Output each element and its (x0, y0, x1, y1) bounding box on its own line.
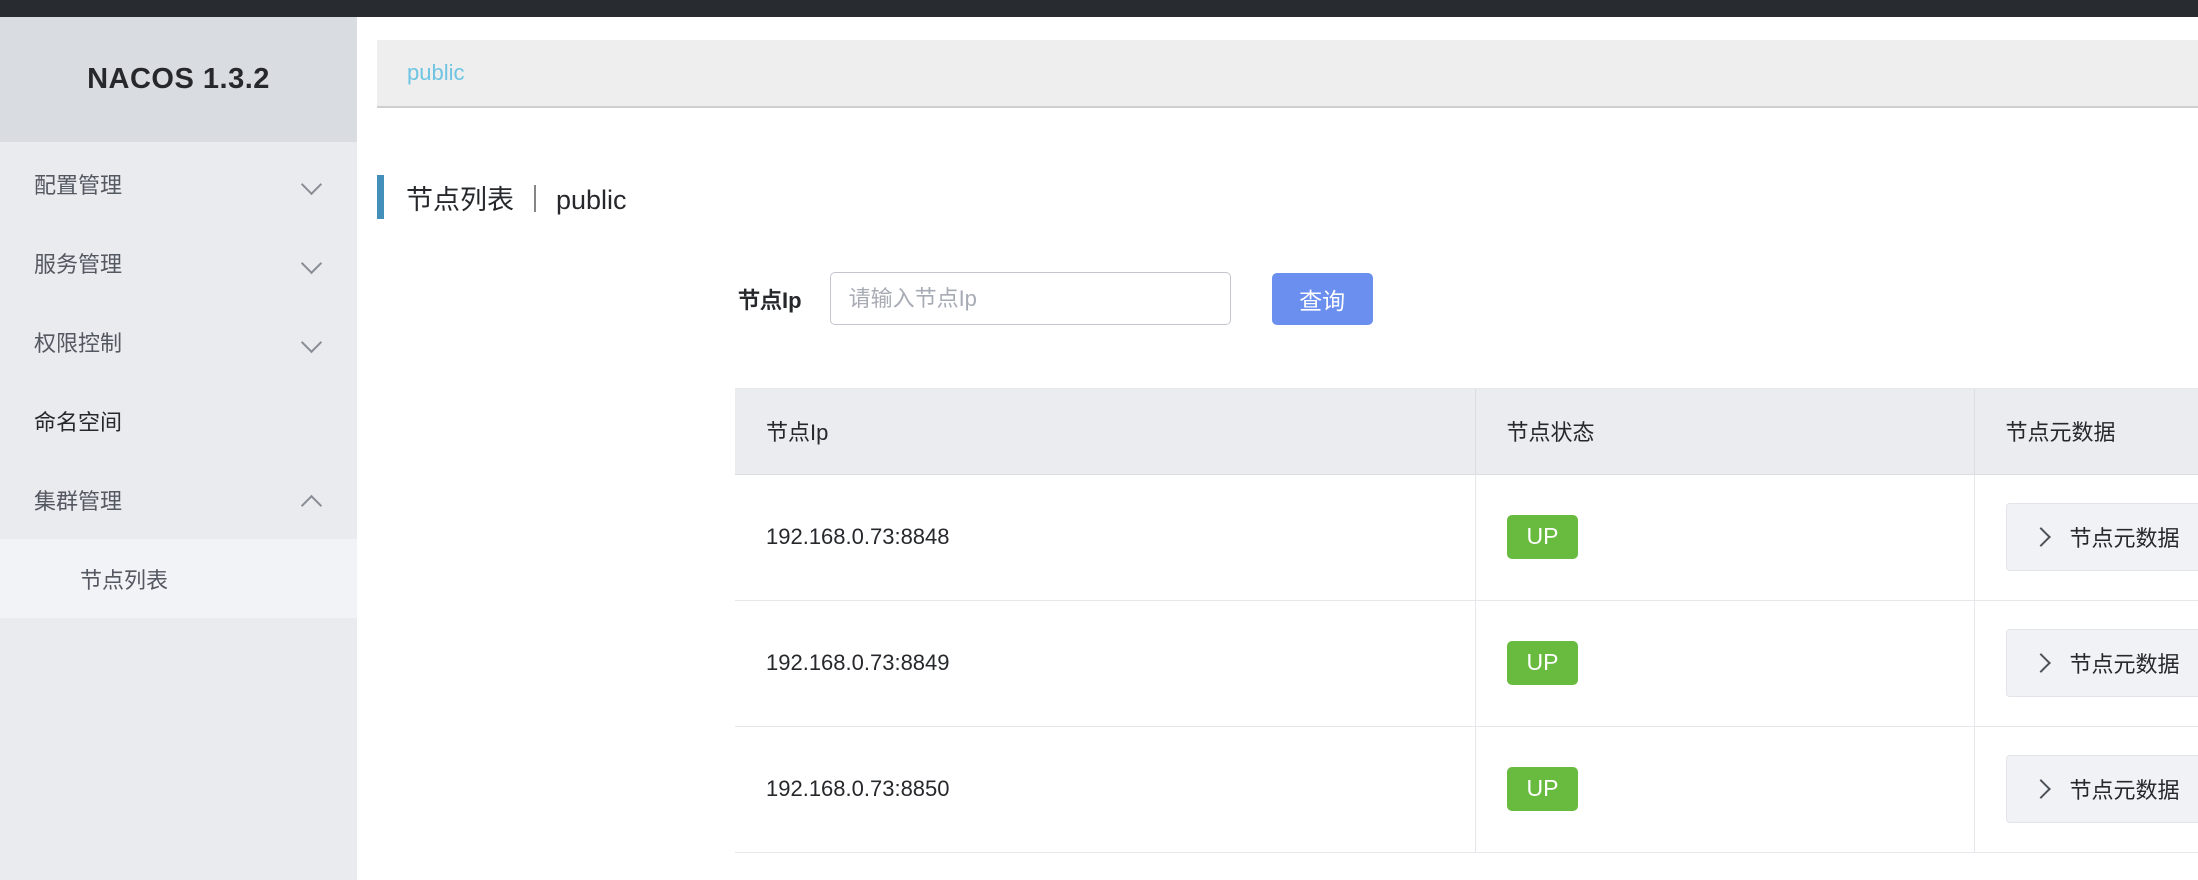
chevron-right-icon (2032, 654, 2050, 672)
sidebar-item-label: 配置管理 (34, 172, 123, 198)
node-ip-label: 节点Ip (738, 287, 802, 313)
metadata-accordion-label: 节点元数据 (2069, 778, 2180, 803)
metadata-accordion[interactable]: 节点元数据 (2005, 629, 2198, 697)
table-row: 192.168.0.73:8848 UP 节点元数据 (735, 474, 2198, 601)
metadata-accordion[interactable]: 节点元数据 (2005, 503, 2198, 571)
sidebar-subitem-node-list[interactable]: 节点列表 (0, 539, 357, 618)
sidebar-subitem-label: 节点列表 (80, 567, 169, 593)
cell-node-status: UP (1475, 474, 1975, 601)
chevron-right-icon (2032, 528, 2050, 546)
sidebar: NACOS 1.3.2 配置管理 服务管理 权限控制 命名空间 集群管理 节点列… (0, 17, 357, 880)
column-header-node-status: 节点状态 (1475, 389, 1975, 475)
chevron-up-icon (301, 489, 323, 511)
cell-node-ip: 192.168.0.73:8848 (735, 474, 1476, 601)
title-accent-bar (377, 175, 384, 219)
cell-node-status: UP (1475, 600, 1975, 727)
page-title-row: 节点列表 ｜ public (377, 175, 627, 219)
sidebar-nav: 配置管理 服务管理 权限控制 命名空间 集群管理 节点列表 (0, 142, 357, 618)
sidebar-item-label: 集群管理 (34, 488, 123, 514)
chevron-right-icon (2032, 780, 2050, 798)
cell-node-ip: 192.168.0.73:8850 (735, 726, 1476, 853)
status-badge: UP (1506, 767, 1579, 811)
top-dark-bar (0, 0, 2198, 17)
brand-header: NACOS 1.3.2 (0, 17, 357, 142)
search-input[interactable] (829, 272, 1231, 325)
sidebar-item-label: 服务管理 (34, 251, 123, 277)
status-badge: UP (1506, 515, 1579, 559)
table-header-row: 节点Ip 节点状态 节点元数据 (735, 389, 2198, 475)
table-row: 192.168.0.73:8849 UP 节点元数据 (735, 600, 2198, 727)
cell-node-status: UP (1475, 726, 1975, 853)
query-button[interactable]: 查询 (1271, 272, 1373, 325)
breadcrumb-link-public[interactable]: public (407, 60, 464, 86)
cell-node-metadata: 节点元数据 (1974, 474, 2198, 601)
chevron-down-icon (301, 252, 323, 274)
brand-title: NACOS 1.3.2 (87, 63, 270, 95)
cell-node-metadata: 节点元数据 (1974, 600, 2198, 727)
column-header-node-metadata: 节点元数据 (1974, 389, 2198, 475)
metadata-accordion-label: 节点元数据 (2069, 526, 2180, 551)
chevron-down-icon (301, 331, 323, 353)
search-form: 节点Ip 查询 (738, 272, 1373, 325)
sidebar-item-label: 命名空间 (34, 409, 123, 435)
status-badge: UP (1506, 641, 1579, 685)
sidebar-item-service-management[interactable]: 服务管理 (0, 223, 357, 302)
sidebar-item-cluster-management[interactable]: 集群管理 (0, 460, 357, 539)
sidebar-item-permission-control[interactable]: 权限控制 (0, 302, 357, 381)
sidebar-item-config-management[interactable]: 配置管理 (0, 144, 357, 223)
breadcrumb: public (377, 40, 2198, 108)
cell-node-metadata: 节点元数据 (1974, 726, 2198, 853)
metadata-accordion-label: 节点元数据 (2069, 652, 2180, 677)
node-table: 节点Ip 节点状态 节点元数据 192.168.0.73:8848 UP 节点元… (735, 388, 2198, 853)
sidebar-item-label: 权限控制 (34, 330, 123, 356)
column-header-node-ip: 节点Ip (735, 389, 1476, 475)
chevron-down-icon (301, 173, 323, 195)
table-row: 192.168.0.73:8850 UP 节点元数据 (735, 726, 2198, 853)
sidebar-item-namespace[interactable]: 命名空间 (0, 381, 357, 460)
metadata-accordion[interactable]: 节点元数据 (2005, 755, 2198, 823)
cell-node-ip: 192.168.0.73:8849 (735, 600, 1476, 727)
page-title: 节点列表 ｜ public (406, 184, 627, 215)
main-content: public 节点列表 ｜ public 节点Ip 查询 节点Ip 节点状态 节… (357, 17, 2198, 880)
